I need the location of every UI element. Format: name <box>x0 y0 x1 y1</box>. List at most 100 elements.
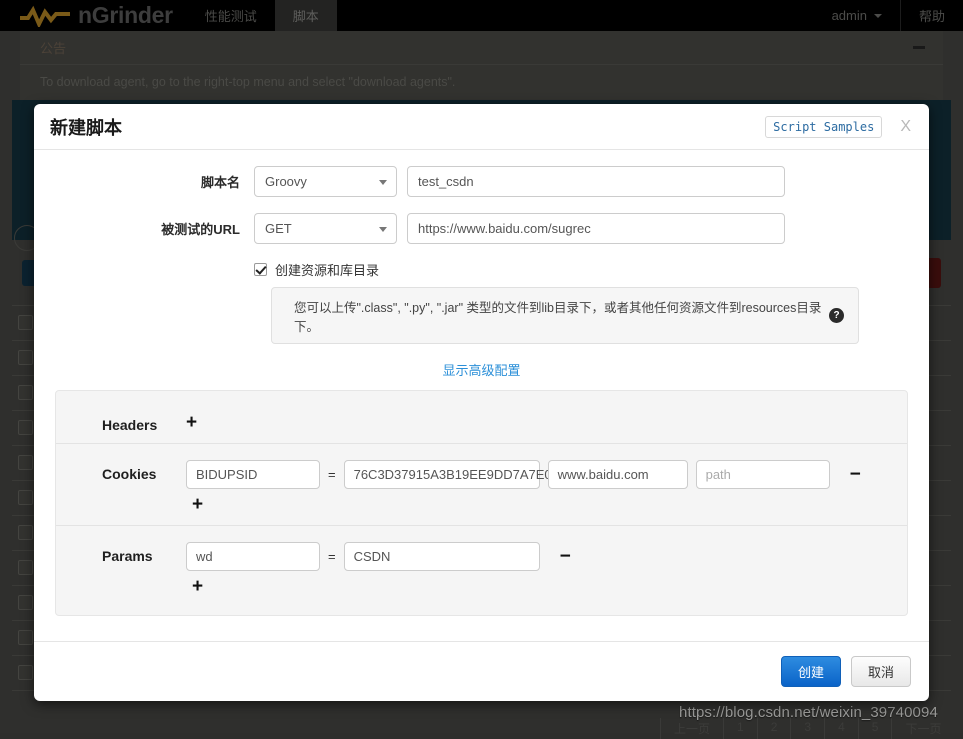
info-panel: 您可以上传".class", ".py", ".jar" 类型的文件到lib目录… <box>271 287 859 344</box>
url-label: 被测试的URL <box>34 219 254 238</box>
create-dirs-row: 创建资源和库目录 <box>34 260 929 279</box>
cookie-domain-input[interactable]: www.baidu.com <box>548 460 688 489</box>
row-checkbox[interactable] <box>18 420 33 435</box>
remove-cookie-button[interactable]: − <box>850 465 861 484</box>
brand-text: nGrinder <box>78 2 173 29</box>
question-mark-icon[interactable]: ? <box>829 308 844 323</box>
top-navigation-right: admin 帮助 <box>814 0 963 31</box>
chevron-down-icon <box>379 180 387 185</box>
add-param-row: + <box>186 577 907 597</box>
row-checkbox[interactable] <box>18 665 33 680</box>
cookie-value-input[interactable]: 76C3D37915A3B19EE9DD7A7E0 <box>344 460 540 489</box>
cookies-inner: Cookies BIDUPSID = 76C3D37915A3B19EE9DD7… <box>56 460 907 515</box>
script-name-input[interactable]: test_csdn <box>407 166 785 197</box>
user-menu-label: admin <box>832 8 867 23</box>
app-brand[interactable]: nGrinder <box>0 0 187 31</box>
modal-body: 脚本名 Groovy test_csdn 被测试的URL GET https:/… <box>34 150 929 641</box>
row-checkbox[interactable] <box>18 350 33 365</box>
cancel-button[interactable]: 取消 <box>851 656 911 687</box>
row-checkbox[interactable] <box>18 560 33 575</box>
script-name-controls: Groovy test_csdn <box>254 166 785 197</box>
modal-footer: 创建 取消 <box>34 641 929 701</box>
http-method-select[interactable]: GET <box>254 213 397 244</box>
headers-rows: + <box>186 411 907 432</box>
add-header-button[interactable]: + <box>186 411 907 432</box>
nav-tab-performance-test[interactable]: 性能测试 <box>187 0 275 31</box>
modal-title: 新建脚本 <box>50 114 122 140</box>
row-checkbox[interactable] <box>18 315 33 330</box>
script-name-row: 脚本名 Groovy test_csdn <box>34 166 929 197</box>
watermark-text: https://blog.csdn.net/weixin_39740094 <box>679 704 938 721</box>
modal-header-actions: Script Samples X <box>765 116 911 138</box>
close-icon[interactable]: X <box>900 119 911 135</box>
nav-tab-label: 性能测试 <box>205 6 257 25</box>
headers-label: Headers <box>56 411 186 433</box>
headers-inner: Headers + <box>56 411 907 433</box>
chevron-down-icon <box>874 14 882 18</box>
cookie-name-input[interactable]: BIDUPSID <box>186 460 320 489</box>
url-row: 被测试的URL GET https://www.baidu.com/sugrec <box>34 213 929 244</box>
cookies-label: Cookies <box>56 460 186 482</box>
script-language-value: Groovy <box>265 174 307 189</box>
advanced-config-link-wrap: 显示高级配置 <box>34 360 929 380</box>
notice-panel-header: 公告 <box>20 31 943 65</box>
notice-panel: 公告 To download agent, go to the right-to… <box>20 31 943 100</box>
cookie-equals-sign: = <box>328 467 336 482</box>
add-cookie-button[interactable]: + <box>192 494 203 515</box>
pagination-page-2[interactable]: 2 <box>757 718 791 739</box>
pagination: 上一页 1 2 3 4 5 下一页 <box>660 718 954 739</box>
url-input[interactable]: https://www.baidu.com/sugrec <box>407 213 785 244</box>
cookie-row: BIDUPSID = 76C3D37915A3B19EE9DD7A7E0 www… <box>186 460 907 489</box>
create-dirs-checkbox[interactable] <box>254 263 267 276</box>
pagination-next[interactable]: 下一页 <box>891 718 954 739</box>
param-value-input[interactable]: CSDN <box>344 542 540 571</box>
pagination-page-1[interactable]: 1 <box>723 718 757 739</box>
row-checkbox[interactable] <box>18 455 33 470</box>
new-script-modal: 新建脚本 Script Samples X 脚本名 Groovy test_cs… <box>34 104 929 701</box>
advanced-config-panel: Headers + Cookies BIDUPSID = 76C3D37915A… <box>55 390 908 616</box>
user-menu-admin[interactable]: admin <box>814 0 900 31</box>
row-checkbox[interactable] <box>18 385 33 400</box>
nav-tab-label: 脚本 <box>293 6 319 25</box>
param-row: wd = CSDN − <box>186 542 907 571</box>
modal-header: 新建脚本 Script Samples X <box>34 104 929 150</box>
collapse-icon[interactable] <box>913 46 925 49</box>
cookie-path-input[interactable]: path <box>696 460 830 489</box>
add-cookie-row: + <box>186 495 907 515</box>
pagination-page-4[interactable]: 4 <box>824 718 858 739</box>
script-samples-button[interactable]: Script Samples <box>765 116 882 138</box>
param-name-input[interactable]: wd <box>186 542 320 571</box>
headers-section: Headers + <box>56 395 907 444</box>
remove-param-button[interactable]: − <box>560 547 571 566</box>
nav-help-label: 帮助 <box>919 6 945 25</box>
create-button[interactable]: 创建 <box>781 656 841 687</box>
notice-title: 公告 <box>40 38 66 57</box>
param-equals-sign: = <box>328 549 336 564</box>
row-checkbox[interactable] <box>18 525 33 540</box>
pagination-prev[interactable]: 上一页 <box>660 718 723 739</box>
params-section: Params wd = CSDN − + <box>56 526 907 607</box>
add-param-button[interactable]: + <box>192 576 203 597</box>
cookies-rows: BIDUPSID = 76C3D37915A3B19EE9DD7A7E0 www… <box>186 460 907 515</box>
chevron-down-icon <box>379 227 387 232</box>
notice-body: To download agent, go to the right-top m… <box>20 65 943 99</box>
cookies-section: Cookies BIDUPSID = 76C3D37915A3B19EE9DD7… <box>56 444 907 526</box>
script-name-label: 脚本名 <box>34 172 254 191</box>
row-checkbox[interactable] <box>18 490 33 505</box>
script-language-select[interactable]: Groovy <box>254 166 397 197</box>
create-dirs-label: 创建资源和库目录 <box>275 260 379 279</box>
info-text: 您可以上传".class", ".py", ".jar" 类型的文件到lib目录… <box>294 297 829 335</box>
http-method-value: GET <box>265 221 292 236</box>
top-navigation-bar: nGrinder 性能测试 脚本 admin 帮助 <box>0 0 963 31</box>
params-label: Params <box>56 542 186 564</box>
params-rows: wd = CSDN − + <box>186 542 907 597</box>
url-controls: GET https://www.baidu.com/sugrec <box>254 213 785 244</box>
row-checkbox[interactable] <box>18 630 33 645</box>
row-checkbox[interactable] <box>18 595 33 610</box>
pagination-page-3[interactable]: 3 <box>790 718 824 739</box>
show-advanced-config-link[interactable]: 显示高级配置 <box>442 363 520 378</box>
nav-help[interactable]: 帮助 <box>901 0 963 31</box>
pagination-page-5[interactable]: 5 <box>858 718 892 739</box>
nav-tab-script[interactable]: 脚本 <box>275 0 337 31</box>
params-inner: Params wd = CSDN − + <box>56 542 907 597</box>
